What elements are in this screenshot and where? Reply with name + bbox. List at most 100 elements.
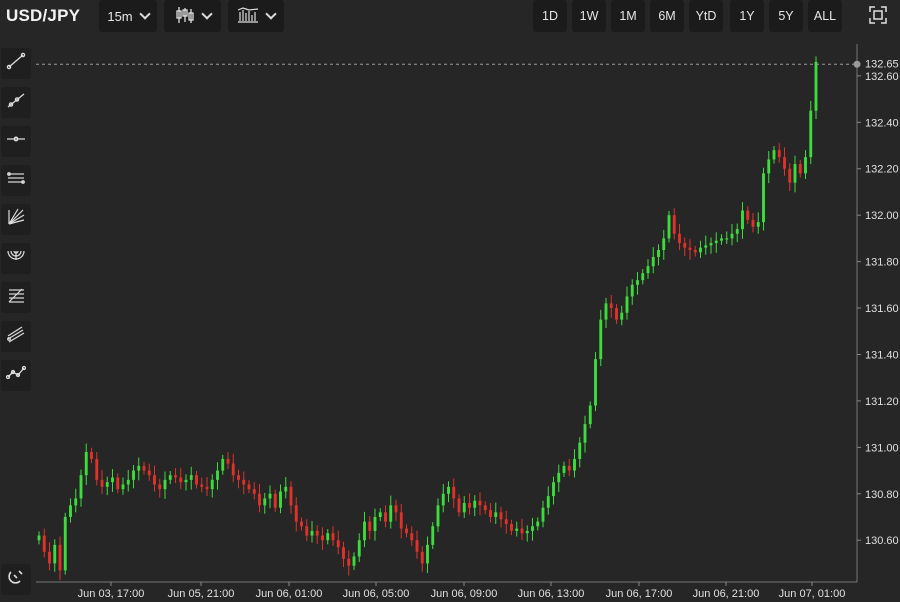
candle-body xyxy=(368,521,372,531)
chart-style-dropdown[interactable] xyxy=(164,0,221,32)
range-ytd-button[interactable]: YtD xyxy=(689,0,723,32)
candle-body xyxy=(105,482,109,487)
range-1w-button[interactable]: 1W xyxy=(572,0,606,32)
candle-body xyxy=(714,240,718,244)
candle-body xyxy=(709,243,713,246)
candle-body xyxy=(252,489,256,494)
candle-body xyxy=(462,503,466,513)
parallel-channel-tool[interactable] xyxy=(1,165,31,196)
candle-body xyxy=(69,505,72,517)
range-all-button[interactable]: ALL xyxy=(808,0,842,32)
candle-body xyxy=(384,512,387,522)
candle-body xyxy=(352,556,356,566)
symbol-label: USD/JPY xyxy=(6,6,81,25)
y-tick-label: 132.20 xyxy=(865,164,899,176)
candle-body xyxy=(578,442,582,459)
candle-body xyxy=(683,243,687,248)
fib-fan-tool[interactable] xyxy=(1,204,31,235)
candle-body xyxy=(242,479,246,485)
candle-body xyxy=(300,521,303,527)
candle-body xyxy=(216,470,219,480)
candle-body xyxy=(620,312,624,320)
candle-body xyxy=(468,503,471,508)
candle-body xyxy=(777,150,781,158)
y-tick-label: 130.60 xyxy=(865,535,899,547)
candle-body xyxy=(741,210,744,230)
candle-body xyxy=(79,475,83,499)
candle-body xyxy=(762,173,765,223)
candle-body xyxy=(520,528,524,534)
candle-body xyxy=(546,496,550,508)
last-price-label: 132.65 xyxy=(865,58,899,70)
candle-body xyxy=(662,238,666,250)
candle-body xyxy=(426,544,429,564)
range-5y-button[interactable]: 5Y xyxy=(769,0,803,32)
trend-line-tool[interactable] xyxy=(1,48,31,79)
price-chart[interactable]: 132.60 132.40 132.20 132.00 131.80 131.60 131.… xyxy=(36,44,900,602)
candle-body xyxy=(436,505,440,527)
range-1d-button[interactable]: 1D xyxy=(533,0,567,32)
candle-body xyxy=(273,493,277,508)
candle-body xyxy=(405,528,408,534)
range-1m-button[interactable]: 1M xyxy=(611,0,645,32)
candle-body xyxy=(147,470,151,476)
candle-body xyxy=(37,535,41,541)
candle-body xyxy=(651,256,655,267)
candle-body xyxy=(510,523,513,531)
candle-body xyxy=(783,157,786,169)
candle-body xyxy=(515,528,519,531)
candle-body xyxy=(53,544,57,564)
ray-line-tool[interactable] xyxy=(1,87,31,118)
horizontal-line-tool[interactable] xyxy=(1,126,31,157)
candle-body xyxy=(793,164,797,183)
candle-body xyxy=(447,486,450,494)
magnet-tool[interactable] xyxy=(1,564,31,595)
candle-body xyxy=(672,215,676,234)
y-tick-label: 132.60 xyxy=(865,71,899,83)
candle-body xyxy=(473,500,477,508)
pitchfork-tool[interactable] xyxy=(1,321,31,352)
fullscreen-button[interactable] xyxy=(862,0,894,32)
candle-body xyxy=(111,477,114,483)
candle-body xyxy=(483,505,487,511)
chevron-down-icon xyxy=(200,8,213,20)
last-price-marker xyxy=(853,60,861,68)
candle-body xyxy=(410,533,414,541)
candle-body xyxy=(315,530,319,536)
x-tick-label: Jun 06, 21:00 xyxy=(693,588,760,600)
indicators-dropdown[interactable] xyxy=(228,0,284,32)
candle-body xyxy=(189,475,193,480)
candle-body xyxy=(562,465,566,473)
interval-dropdown[interactable]: 15m xyxy=(99,0,157,32)
candle-body xyxy=(499,512,503,520)
fib-arcs-tool[interactable] xyxy=(1,243,31,274)
candle-body xyxy=(756,222,760,227)
zigzag-tool[interactable] xyxy=(1,360,31,391)
y-tick-label: 130.80 xyxy=(865,489,899,501)
candle-body xyxy=(431,526,435,545)
candle-body xyxy=(163,479,167,490)
candle-body xyxy=(657,249,660,257)
candle-body xyxy=(258,493,261,506)
fib-retracement-tool[interactable] xyxy=(1,282,31,313)
candle-body xyxy=(389,505,393,522)
candle-body xyxy=(158,484,162,490)
candle-body xyxy=(609,303,613,309)
candle-body xyxy=(116,477,120,490)
candle-body xyxy=(583,424,587,443)
chevron-down-icon xyxy=(138,8,151,20)
candle-body xyxy=(494,512,498,517)
candle-body xyxy=(599,319,603,360)
candle-body xyxy=(63,516,67,571)
range-6m-button[interactable]: 6M xyxy=(650,0,684,32)
candle-body xyxy=(336,540,340,548)
candle-body xyxy=(415,540,419,552)
candlestick-chart[interactable]: 132.60 132.40 132.20 132.00 131.80 131.60 131.… xyxy=(36,44,900,602)
candle-body xyxy=(137,465,141,471)
candle-body xyxy=(457,498,461,513)
candle-body xyxy=(688,247,692,250)
candle-body xyxy=(573,458,576,471)
fib-arcs-icon xyxy=(6,246,26,271)
range-1y-button[interactable]: 1Y xyxy=(730,0,764,32)
fullscreen-icon xyxy=(869,5,887,27)
